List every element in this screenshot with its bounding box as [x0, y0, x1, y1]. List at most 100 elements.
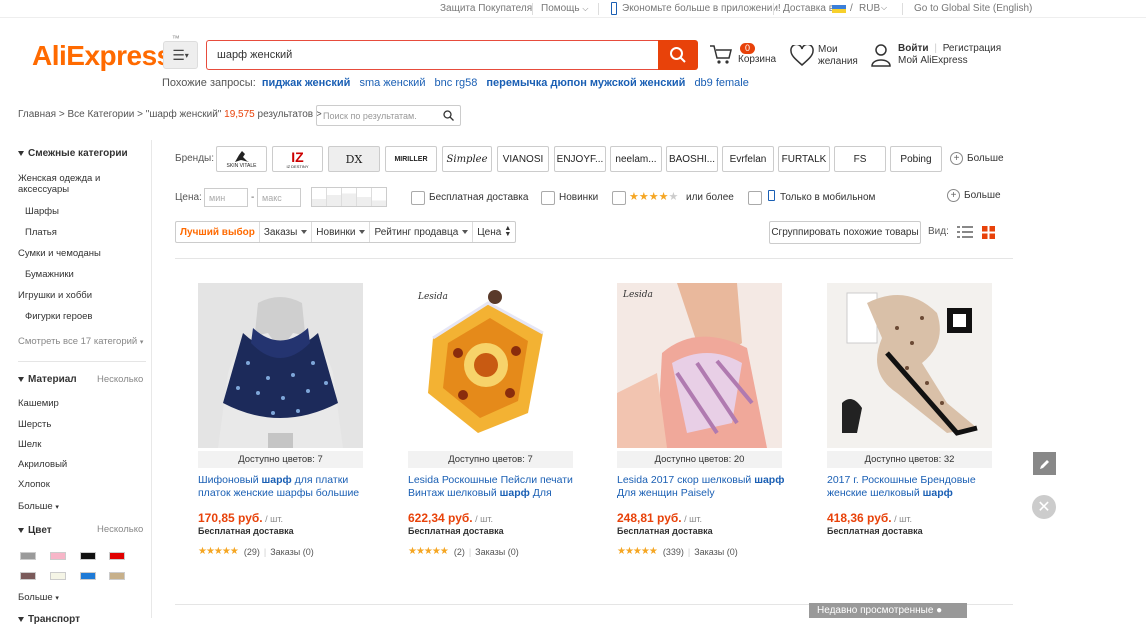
breadcrumb-path[interactable]: Главная > Все Категории > "шарф женский"	[18, 109, 221, 120]
brand-option[interactable]: IZ IZ DESTINY	[272, 146, 323, 172]
category-bags[interactable]: Сумки и чемоданы	[18, 248, 101, 259]
price-min-input[interactable]: мин	[204, 188, 248, 207]
sort-orders[interactable]: Заказы	[260, 222, 313, 242]
orders-count[interactable]: Заказы (0)	[270, 547, 314, 557]
category-wallets[interactable]: Бумажники	[25, 269, 74, 280]
material-option[interactable]: Акриловый	[18, 459, 67, 470]
material-option[interactable]: Шерсть	[18, 419, 51, 430]
review-count[interactable]: (2)	[454, 547, 465, 557]
brand-option[interactable]: FS	[834, 146, 886, 172]
search-within-results-input[interactable]: Поиск по результатам.	[316, 105, 461, 126]
material-option[interactable]: Кашемир	[18, 398, 59, 409]
related-link[interactable]: sma женский	[359, 77, 425, 89]
material-multiple-link[interactable]: Несколько	[97, 374, 143, 385]
app-promo-link[interactable]: Экономьте больше в приложении!	[622, 3, 781, 14]
account-menu[interactable]: Войти | Регистрация Мой AliExpress	[871, 43, 1001, 67]
price-range-bar[interactable]	[312, 188, 327, 206]
category-dresses[interactable]: Платья	[25, 227, 57, 238]
sort-new[interactable]: Новинки	[312, 222, 371, 242]
color-swatch-red[interactable]	[109, 552, 125, 560]
related-link[interactable]: bnc rg58	[435, 77, 478, 89]
color-swatch-pink[interactable]	[50, 552, 66, 560]
category-toys[interactable]: Игрушки и хобби	[18, 290, 92, 301]
new-label[interactable]: Новинки	[559, 192, 598, 203]
login-link[interactable]: Войти	[898, 43, 929, 54]
free-shipping-checkbox[interactable]	[411, 191, 425, 205]
search-icon[interactable]	[443, 110, 454, 121]
product-image[interactable]	[827, 283, 992, 448]
related-link[interactable]: перемычка дюпон мужской женский	[486, 77, 685, 89]
or-more-label[interactable]: или более	[686, 192, 734, 203]
aliexpress-logo[interactable]: AliExpress™	[32, 34, 180, 72]
color-swatch-gray[interactable]	[20, 552, 36, 560]
brand-option[interactable]: neelam...	[610, 146, 662, 172]
color-swatch-tan[interactable]	[109, 572, 125, 580]
close-button[interactable]: ✕	[1032, 495, 1056, 519]
sort-price[interactable]: Цена ▲ ▼	[473, 222, 515, 242]
orders-count[interactable]: Заказы (0)	[694, 547, 738, 557]
material-more-link[interactable]: Больше ▾	[18, 501, 59, 512]
brand-option[interactable]: Pobing	[890, 146, 942, 172]
color-swatch-blue[interactable]	[80, 572, 96, 580]
see-all-categories-link[interactable]: Смотреть все 17 категорий ▾	[18, 336, 143, 347]
search-input[interactable]	[206, 40, 658, 70]
price-range-bar[interactable]	[372, 188, 386, 206]
color-swatch-black[interactable]	[80, 552, 96, 560]
price-range-bar[interactable]	[327, 188, 342, 206]
related-categories-head[interactable]: Смежные категории	[18, 148, 128, 159]
brand-option[interactable]: BAOSHI...	[666, 146, 718, 172]
product-image[interactable]: Lesida	[408, 283, 573, 448]
category-women[interactable]: Женская одежда и аксессуары	[18, 173, 100, 195]
color-head[interactable]: Цвет	[18, 525, 52, 536]
review-count[interactable]: (339)	[663, 547, 684, 557]
price-range-bar[interactable]	[342, 188, 357, 206]
feedback-edit-button[interactable]	[1033, 452, 1056, 475]
product-title[interactable]: 2017 г. Роскошные Брендовые женские шелк…	[827, 474, 997, 500]
group-similar-button[interactable]: Сгруппировать похожие товары	[769, 221, 921, 244]
product-card[interactable]: Lesida Доступно цветов: 20 Lesida 2017 с…	[617, 283, 787, 557]
filters-more-button[interactable]: + Больше	[947, 189, 1001, 202]
currency-label[interactable]: RUB	[859, 3, 880, 14]
product-card[interactable]: Доступно цветов: 32 2017 г. Роскошные Бр…	[827, 283, 997, 536]
categories-menu-button[interactable]: ☰ ▾	[163, 41, 198, 69]
review-count[interactable]: (29)	[244, 547, 260, 557]
price-max-input[interactable]: макс	[257, 188, 301, 207]
free-shipping-label[interactable]: Бесплатная доставка	[429, 192, 528, 203]
brand-option[interactable]: SKIN VITALE	[216, 146, 267, 172]
ship-to-label[interactable]: Доставка в	[783, 3, 834, 14]
search-button[interactable]	[658, 40, 698, 70]
rating-checkbox[interactable]	[612, 191, 626, 205]
brand-option[interactable]: FURTALK	[778, 146, 830, 172]
product-card[interactable]: Доступно цветов: 7 Шифоновый шарф для пл…	[198, 283, 368, 557]
brand-option[interactable]: ENJOYF...	[554, 146, 606, 172]
category-figures[interactable]: Фигурки героев	[25, 311, 92, 322]
product-image[interactable]: Lesida	[617, 283, 782, 448]
brand-option[interactable]: VIANOSI	[497, 146, 549, 172]
price-range-buttons[interactable]	[311, 187, 387, 207]
brand-option[interactable]: Simplee	[442, 146, 492, 172]
global-site-link[interactable]: Go to Global Site (English)	[914, 3, 1032, 14]
buyer-protection-link[interactable]: Защита Покупателя	[440, 3, 532, 14]
mobile-only-checkbox[interactable]	[748, 191, 762, 205]
related-link[interactable]: пиджак женский	[262, 77, 351, 89]
product-image[interactable]	[198, 283, 363, 448]
brand-option[interactable]: MIRILLER	[385, 146, 437, 172]
price-range-bar[interactable]	[357, 188, 372, 206]
material-option[interactable]: Хлопок	[18, 479, 50, 490]
help-menu[interactable]: Помощь ⌵	[541, 3, 588, 14]
color-multiple-link[interactable]: Несколько	[97, 524, 143, 535]
product-title[interactable]: Lesida 2017 скор шелковый шарф Для женщи…	[617, 474, 787, 500]
sort-seller-rating[interactable]: Рейтинг продавца	[370, 222, 474, 242]
recently-viewed-tab[interactable]: Недавно просмотренные ●	[809, 603, 967, 618]
brand-option[interactable]: DX	[328, 146, 380, 172]
related-link[interactable]: db9 female	[694, 77, 748, 89]
sort-best-match[interactable]: Лучший выбор	[176, 222, 260, 242]
product-title[interactable]: Шифоновый шарф для платки платок женские…	[198, 474, 368, 500]
color-more-link[interactable]: Больше ▾	[18, 592, 59, 603]
product-card[interactable]: Lesida Доступно цветов: 7 Lesida Роскошн…	[408, 283, 578, 557]
grid-view-icon[interactable]	[982, 226, 995, 242]
mobile-only-label[interactable]: Только в мобильном	[780, 192, 875, 203]
material-head[interactable]: Материал	[18, 374, 77, 385]
color-swatch-beige[interactable]	[50, 572, 66, 580]
category-scarves[interactable]: Шарфы	[25, 206, 59, 217]
